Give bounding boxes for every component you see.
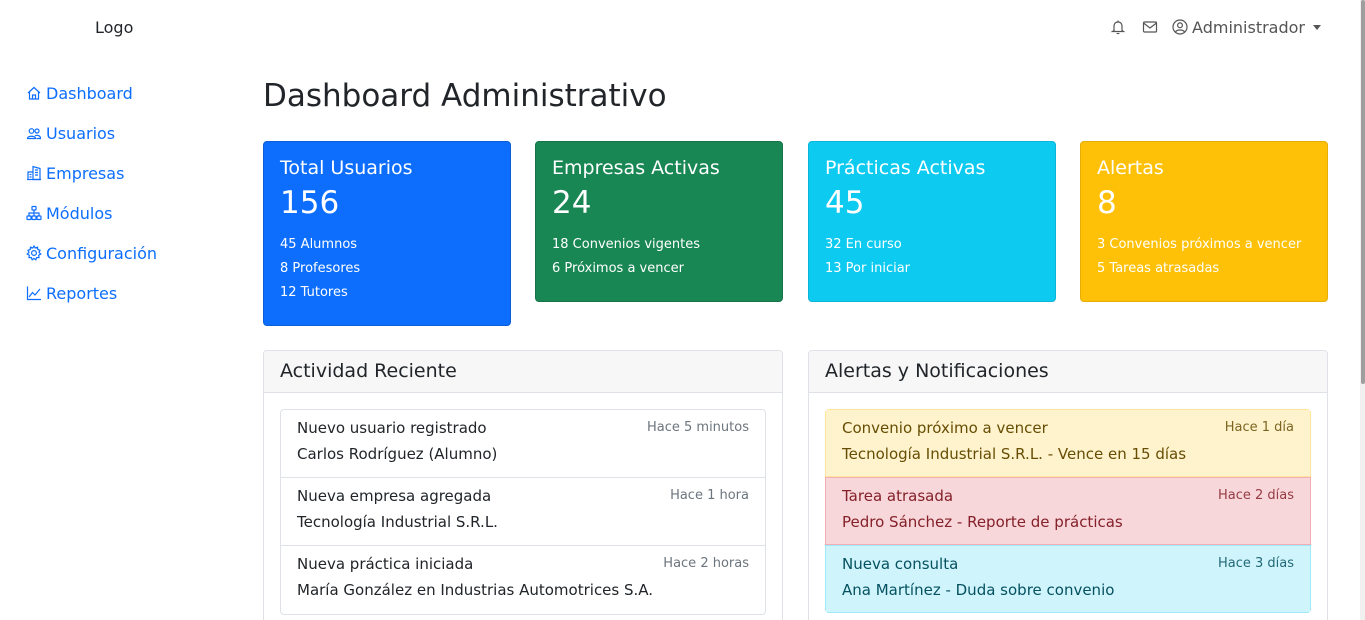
list-item-time: Hace 2 horas <box>663 556 749 571</box>
alert-item-text: Tecnología Industrial S.R.L. - Vence en … <box>842 445 1187 463</box>
user-menu-dropdown[interactable]: Administrador <box>1172 18 1321 37</box>
chart-line-icon <box>26 285 42 301</box>
envelope-icon[interactable] <box>1142 19 1158 35</box>
sidebar-item-empresas[interactable]: Empresas <box>26 153 226 193</box>
page-scrollbar[interactable] <box>1360 0 1365 620</box>
stat-card-value: 156 <box>280 185 340 221</box>
stat-card-value: 24 <box>552 185 592 221</box>
gear-icon <box>26 245 42 261</box>
logo[interactable]: Logo <box>95 18 133 37</box>
sidebar-item-label: Módulos <box>46 203 113 223</box>
stat-card-value: 8 <box>1097 185 1117 221</box>
building-icon <box>26 165 42 181</box>
alert-item-time: Hace 3 días <box>1217 556 1294 571</box>
people-icon <box>26 125 42 141</box>
stat-card-usuarios: Total Usuarios 156 45 Alumnos 8 Profesor… <box>263 141 511 326</box>
stat-card-empresas: Empresas Activas 24 18 Convenios vigente… <box>535 141 783 302</box>
alert-item-time: Hace 1 día <box>1224 420 1294 435</box>
sidebar-item-configuracion[interactable]: Configuración <box>26 233 226 273</box>
sidebar-item-label: Dashboard <box>46 83 133 103</box>
stat-card-title: Prácticas Activas <box>825 157 986 179</box>
sidebar-item-label: Reportes <box>46 283 118 303</box>
list-item[interactable]: Nuevo usuario registrado Carlos Rodrígue… <box>281 410 765 478</box>
stat-card-detail: 45 Alumnos <box>280 237 358 252</box>
stat-card-detail: 18 Convenios vigentes <box>552 237 701 252</box>
recent-activity-panel: Actividad Reciente Nuevo usuario registr… <box>263 350 783 620</box>
stat-card-title: Empresas Activas <box>552 157 720 179</box>
list-item-text: María González en Industrias Automotrice… <box>297 581 654 599</box>
stat-card-detail: 8 Profesores <box>280 261 361 276</box>
stat-card-detail: 13 Por iniciar <box>825 261 911 276</box>
stat-card-practicas: Prácticas Activas 45 32 En curso 13 Por … <box>808 141 1056 302</box>
topbar: Administrador <box>1110 16 1321 38</box>
stat-card-title: Total Usuarios <box>280 157 413 179</box>
stat-card-detail: 3 Convenios próximos a vencer <box>1097 237 1302 252</box>
stat-card-alertas: Alertas 8 3 Convenios próximos a vencer … <box>1080 141 1328 302</box>
page-title: Dashboard Administrativo <box>263 78 667 114</box>
list-item-text: Tecnología Industrial S.R.L. <box>297 513 498 531</box>
scrollbar-thumb[interactable] <box>1361 0 1365 384</box>
caret-down-icon <box>1313 24 1321 30</box>
alert-item-danger[interactable]: Tarea atrasada Pedro Sánchez - Reporte d… <box>825 477 1311 545</box>
alert-item-warning[interactable]: Convenio próximo a vencer Tecnología Ind… <box>825 409 1311 477</box>
list-item[interactable]: Nueva práctica iniciada María González e… <box>281 546 765 614</box>
stat-card-detail: 12 Tutores <box>280 285 348 300</box>
sidebar: Dashboard Usuarios Empresas Módulos Conf… <box>26 73 226 313</box>
panel-title: Actividad Reciente <box>264 351 782 393</box>
list-item-time: Hace 5 minutos <box>646 420 749 435</box>
sidebar-item-dashboard[interactable]: Dashboard <box>26 73 226 113</box>
sidebar-item-usuarios[interactable]: Usuarios <box>26 113 226 153</box>
alert-item-text: Pedro Sánchez - Reporte de prácticas <box>842 513 1123 531</box>
stat-card-detail: 32 En curso <box>825 237 902 252</box>
alert-item-text: Ana Martínez - Duda sobre convenio <box>842 581 1115 599</box>
house-icon <box>26 85 42 101</box>
alerts-list: Convenio próximo a vencer Tecnología Ind… <box>825 409 1311 613</box>
panel-title: Alertas y Notificaciones <box>809 351 1327 393</box>
stat-card-title: Alertas <box>1097 157 1164 179</box>
list-item[interactable]: Nueva empresa agregada Tecnología Indust… <box>281 478 765 546</box>
sidebar-item-label: Usuarios <box>46 123 116 143</box>
alert-item-time: Hace 2 días <box>1217 488 1294 503</box>
bell-icon[interactable] <box>1110 19 1126 35</box>
list-item-text: Carlos Rodríguez (Alumno) <box>297 445 498 463</box>
alerts-panel: Alertas y Notificaciones Convenio próxim… <box>808 350 1328 620</box>
alert-item-info[interactable]: Nueva consulta Ana Martínez - Duda sobre… <box>825 545 1311 613</box>
stat-card-detail: 5 Tareas atrasadas <box>1097 261 1220 276</box>
diagram-icon <box>26 205 42 221</box>
activity-list: Nuevo usuario registrado Carlos Rodrígue… <box>280 409 766 615</box>
sidebar-item-label: Empresas <box>46 163 125 183</box>
sidebar-item-reportes[interactable]: Reportes <box>26 273 226 313</box>
sidebar-item-modulos[interactable]: Módulos <box>26 193 226 233</box>
user-menu-label: Administrador <box>1192 17 1305 37</box>
stat-card-value: 45 <box>825 185 865 221</box>
sidebar-item-label: Configuración <box>46 243 158 263</box>
user-circle-icon <box>1172 19 1188 35</box>
list-item-time: Hace 1 hora <box>670 488 749 503</box>
stat-card-detail: 6 Próximos a vencer <box>552 261 684 276</box>
